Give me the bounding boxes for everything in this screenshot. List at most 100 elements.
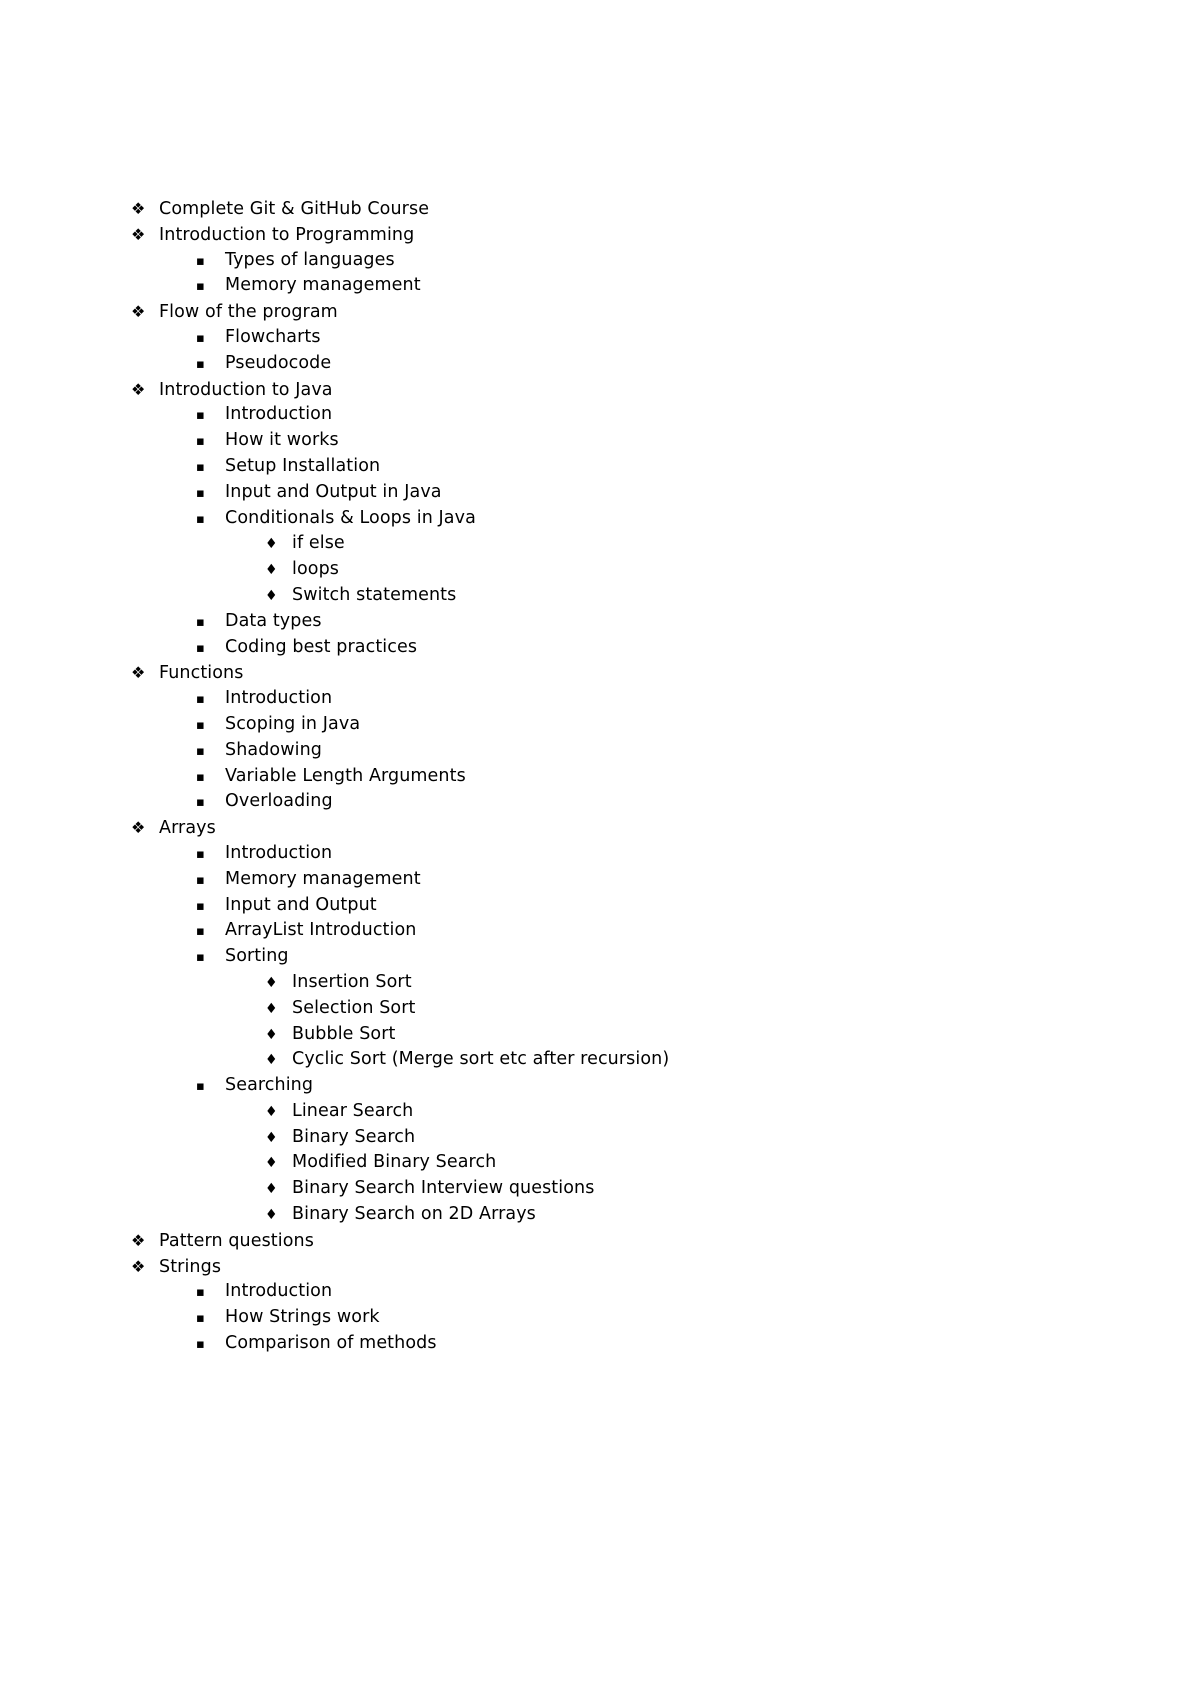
outline-item-label: Modified Binary Search: [292, 1152, 497, 1173]
outline-item-label: Introduction to Programming: [159, 224, 415, 245]
outline-item-label: Variable Length Arguments: [225, 765, 466, 786]
outline-item-label: Introduction: [225, 1281, 333, 1302]
outline-item-label: Memory management: [225, 868, 421, 889]
small-square-bullet-icon: ▪: [196, 1311, 205, 1327]
diamond-bullet-icon: ♦: [265, 1207, 278, 1224]
diamond-bullet-icon: ♦: [265, 1052, 278, 1069]
outline-item-label: Scoping in Java: [225, 713, 361, 734]
diamond-bullet-icon: ♦: [265, 1155, 278, 1172]
outline-item-label: Sorting: [225, 946, 289, 967]
floret-diamond-bullet-icon: ❖: [131, 302, 146, 322]
diamond-bullet-icon: ♦: [265, 1026, 278, 1043]
outline-item-label: Comparison of methods: [225, 1333, 437, 1354]
small-square-bullet-icon: ▪: [196, 279, 205, 295]
small-square-bullet-icon: ▪: [196, 898, 205, 914]
outline-item-label: How it works: [225, 430, 339, 451]
small-square-bullet-icon: ▪: [196, 330, 205, 346]
outline-item: ♦ Selection Sort: [0, 996, 1200, 1022]
small-square-bullet-icon: ▪: [196, 640, 205, 656]
small-square-bullet-icon: ▪: [196, 872, 205, 888]
outline-item: ▪ Shadowing: [0, 738, 1200, 764]
outline-item-label: Input and Output: [225, 894, 377, 915]
small-square-bullet-icon: ▪: [196, 485, 205, 501]
outline-item: ▪ Conditionals & Loops in Java: [0, 506, 1200, 532]
floret-diamond-bullet-icon: ❖: [131, 224, 146, 244]
outline-item: ♦ loops: [0, 557, 1200, 583]
floret-diamond-bullet-icon: ❖: [131, 663, 146, 683]
small-square-bullet-icon: ▪: [196, 950, 205, 966]
outline-item-label: Setup Installation: [225, 455, 381, 476]
outline-item-label: Introduction: [225, 404, 333, 425]
outline-item-label: Linear Search: [292, 1100, 414, 1121]
small-square-bullet-icon: ▪: [196, 1337, 205, 1353]
outline-item-label: Arrays: [159, 818, 216, 839]
diamond-bullet-icon: ♦: [265, 1181, 278, 1198]
outline-item: ♦ Insertion Sort: [0, 970, 1200, 996]
outline-item-label: Overloading: [225, 791, 333, 812]
floret-diamond-bullet-icon: ❖: [131, 199, 146, 218]
outline-item: ♦ if else: [0, 531, 1200, 557]
small-square-bullet-icon: ▪: [196, 434, 205, 450]
outline-item-label: Complete Git & GitHub Course: [159, 199, 430, 219]
outline-item: ▪ How Strings work: [0, 1305, 1200, 1331]
outline-item: ▪ Types of languages: [0, 248, 1200, 274]
outline-item: ❖ Functions: [0, 660, 1200, 686]
outline-item: ▪ Searching: [0, 1073, 1200, 1099]
floret-diamond-bullet-icon: ❖: [131, 1230, 146, 1250]
outline-item-label: Coding best practices: [225, 636, 418, 657]
outline-item: ♦ Binary Search: [0, 1125, 1200, 1151]
outline-item: ▪ ArrayList Introduction: [0, 918, 1200, 944]
outline-item: ❖ Pattern questions: [0, 1228, 1200, 1254]
outline-item-label: Selection Sort: [292, 997, 416, 1018]
outline-item: ♦ Modified Binary Search: [0, 1150, 1200, 1176]
diamond-bullet-icon: ♦: [265, 974, 278, 991]
outline-item: ▪ Memory management: [0, 867, 1200, 893]
outline-item: ❖ Complete Git & GitHub Course: [0, 196, 1200, 222]
small-square-bullet-icon: ▪: [196, 253, 205, 269]
outline-item: ▪ Comparison of methods: [0, 1331, 1200, 1357]
outline-item: ♦ Cyclic Sort (Merge sort etc after recur…: [0, 1047, 1200, 1073]
outline-item: ▪ Sorting: [0, 944, 1200, 970]
outline-item: ▪ Introduction: [0, 1279, 1200, 1305]
outline-item: ❖ Introduction to Programming: [0, 222, 1200, 248]
outline-item-label: Binary Search Interview questions: [292, 1178, 595, 1199]
outline-item: ▪ Setup Installation: [0, 454, 1200, 480]
outline-item-label: Shadowing: [225, 739, 323, 760]
outline-item-label: Introduction: [225, 688, 333, 709]
small-square-bullet-icon: ▪: [196, 1285, 205, 1301]
outline-item-label: How Strings work: [225, 1307, 380, 1328]
outline-item: ▪ Data types: [0, 609, 1200, 635]
outline-item-label: Switch statements: [292, 584, 457, 605]
small-square-bullet-icon: ▪: [196, 511, 205, 527]
small-square-bullet-icon: ▪: [196, 743, 205, 759]
small-square-bullet-icon: ▪: [196, 408, 205, 424]
outline-item-label: if else: [292, 533, 345, 554]
outline-item: ♦ Linear Search: [0, 1099, 1200, 1125]
diamond-bullet-icon: ♦: [265, 587, 278, 604]
outline-item-label: Data types: [225, 610, 322, 631]
outline-item-label: Insertion Sort: [292, 971, 412, 992]
outline-item: ♦ Bubble Sort: [0, 1022, 1200, 1048]
outline-item-label: Introduction to Java: [159, 379, 333, 400]
outline-item: ▪ How it works: [0, 428, 1200, 454]
outline-item: ▪ Flowcharts: [0, 325, 1200, 351]
outline-item-label: Input and Output in Java: [225, 481, 442, 502]
outline-item-label: Bubble Sort: [292, 1023, 396, 1044]
small-square-bullet-icon: ▪: [196, 717, 205, 733]
diamond-bullet-icon: ♦: [265, 1103, 278, 1120]
outline-item: ❖ Flow of the program: [0, 299, 1200, 325]
outline-item-label: Pattern questions: [159, 1230, 314, 1251]
outline-item-label: Cyclic Sort (Merge sort etc after recurs…: [292, 1049, 670, 1070]
small-square-bullet-icon: ▪: [196, 459, 205, 475]
diamond-bullet-icon: ♦: [265, 1000, 278, 1017]
outline-item-label: Searching: [225, 1075, 314, 1096]
outline-item-label: ArrayList Introduction: [225, 920, 417, 941]
outline-item: ❖ Arrays: [0, 815, 1200, 841]
diamond-bullet-icon: ♦: [265, 562, 278, 579]
outline-item-label: Binary Search: [292, 1126, 416, 1147]
small-square-bullet-icon: ▪: [196, 356, 205, 372]
outline-item-label: Memory management: [225, 275, 421, 296]
diamond-bullet-icon: ♦: [265, 1129, 278, 1146]
outline-item: ▪ Memory management: [0, 273, 1200, 299]
small-square-bullet-icon: ▪: [196, 846, 205, 862]
